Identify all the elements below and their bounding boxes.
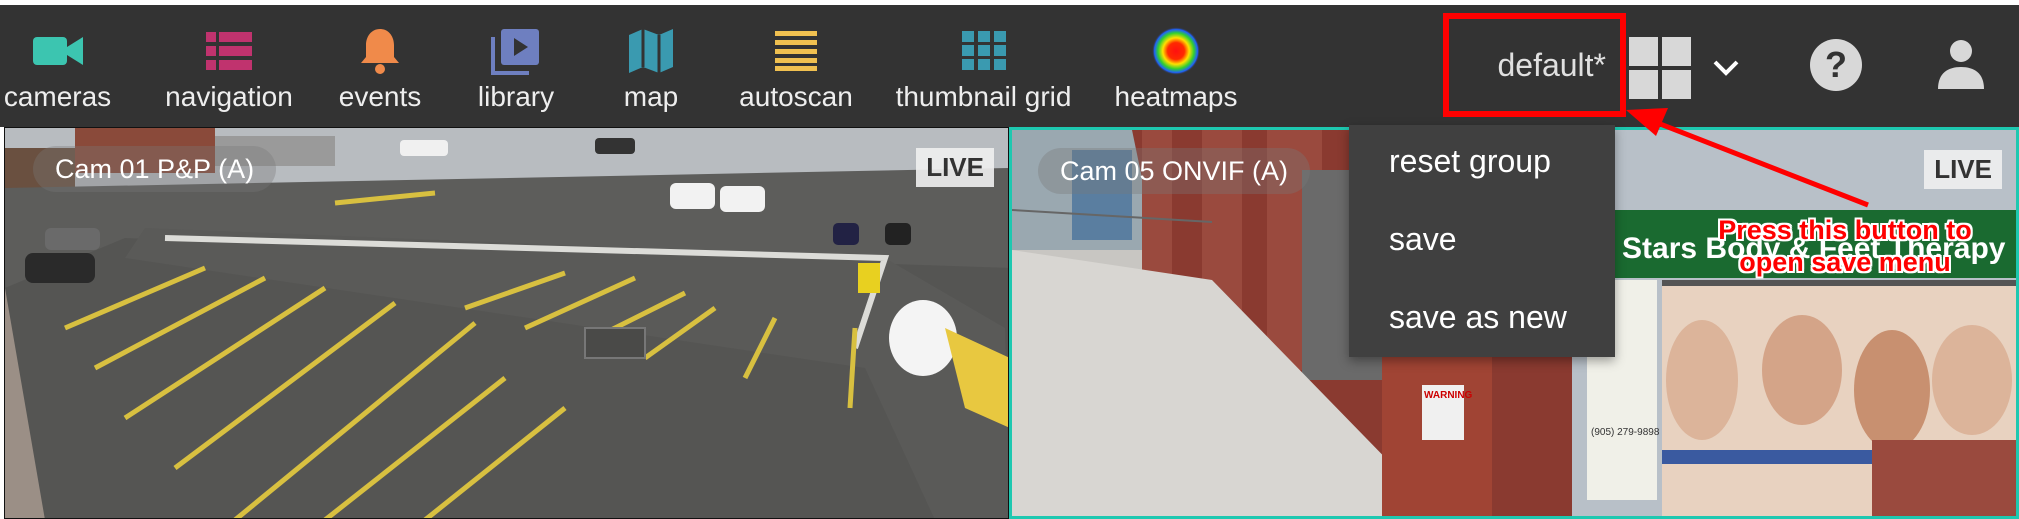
nav-label: heatmaps: [1114, 81, 1238, 112]
annotation-line-1: Press this button to: [1718, 215, 1972, 245]
annotation-callout: Press this button to open save menu: [1700, 214, 1990, 278]
group-save-menu: reset group save save as new: [1349, 125, 1615, 357]
nav-autoscan-button[interactable]: autoscan: [733, 5, 859, 127]
camera-title: Cam 01 P&P (A): [33, 146, 277, 192]
nav-label: autoscan: [739, 81, 853, 112]
nav-cameras-button[interactable]: cameras: [4, 5, 111, 127]
nav-label: thumbnail grid: [895, 81, 1072, 112]
camera-title: Cam 05 ONVIF (A): [1038, 148, 1311, 194]
grid-icon: [954, 25, 1014, 77]
group-name-button[interactable]: default*: [1443, 13, 1626, 117]
top-toolbar: cameras navigation events library map au…: [0, 5, 2019, 127]
chevron-down-icon[interactable]: [1709, 51, 1743, 85]
nav-library-button[interactable]: library: [475, 5, 557, 127]
layout-grid-icon[interactable]: [1629, 37, 1691, 99]
nav-heatmaps-button[interactable]: heatmaps: [1109, 5, 1243, 127]
nav-label: navigation: [165, 81, 293, 112]
nav-label: library: [477, 81, 555, 112]
nav-label: map: [623, 81, 679, 112]
lines-icon: [766, 25, 826, 77]
user-icon[interactable]: [1938, 39, 1984, 89]
live-badge: LIVE: [916, 148, 994, 187]
help-icon[interactable]: ?: [1808, 37, 1864, 93]
camera-tile-1[interactable]: Cam 01 P&P (A) LIVE: [4, 127, 1009, 519]
nav-map-button[interactable]: map: [620, 5, 682, 127]
menu-item-save[interactable]: save: [1389, 221, 1457, 258]
nav-navigation-button[interactable]: navigation: [158, 5, 300, 127]
nav-thumbnail-grid-button[interactable]: thumbnail grid: [887, 5, 1080, 127]
heatmap-icon: [1146, 25, 1206, 77]
map-icon: [621, 25, 681, 77]
annotation-line-2: open save menu: [1739, 247, 1951, 277]
nav-label: cameras: [3, 81, 112, 112]
nav-label: events: [338, 81, 422, 112]
group-name-label: default*: [1497, 46, 1606, 83]
list-icon: [199, 25, 259, 77]
live-badge: LIVE: [1924, 150, 2002, 189]
warning-sign-text: WARNING: [1424, 390, 1473, 401]
video-library-icon: [486, 25, 546, 77]
menu-item-save-as-new[interactable]: save as new: [1389, 299, 1567, 336]
nav-events-button[interactable]: events: [335, 5, 425, 127]
menu-item-reset-group[interactable]: reset group: [1389, 143, 1551, 180]
svg-text:?: ?: [1825, 44, 1847, 85]
phone-number-text: (905) 279-9898: [1591, 427, 1660, 438]
video-camera-icon: [28, 25, 88, 77]
bell-icon: [350, 25, 410, 77]
